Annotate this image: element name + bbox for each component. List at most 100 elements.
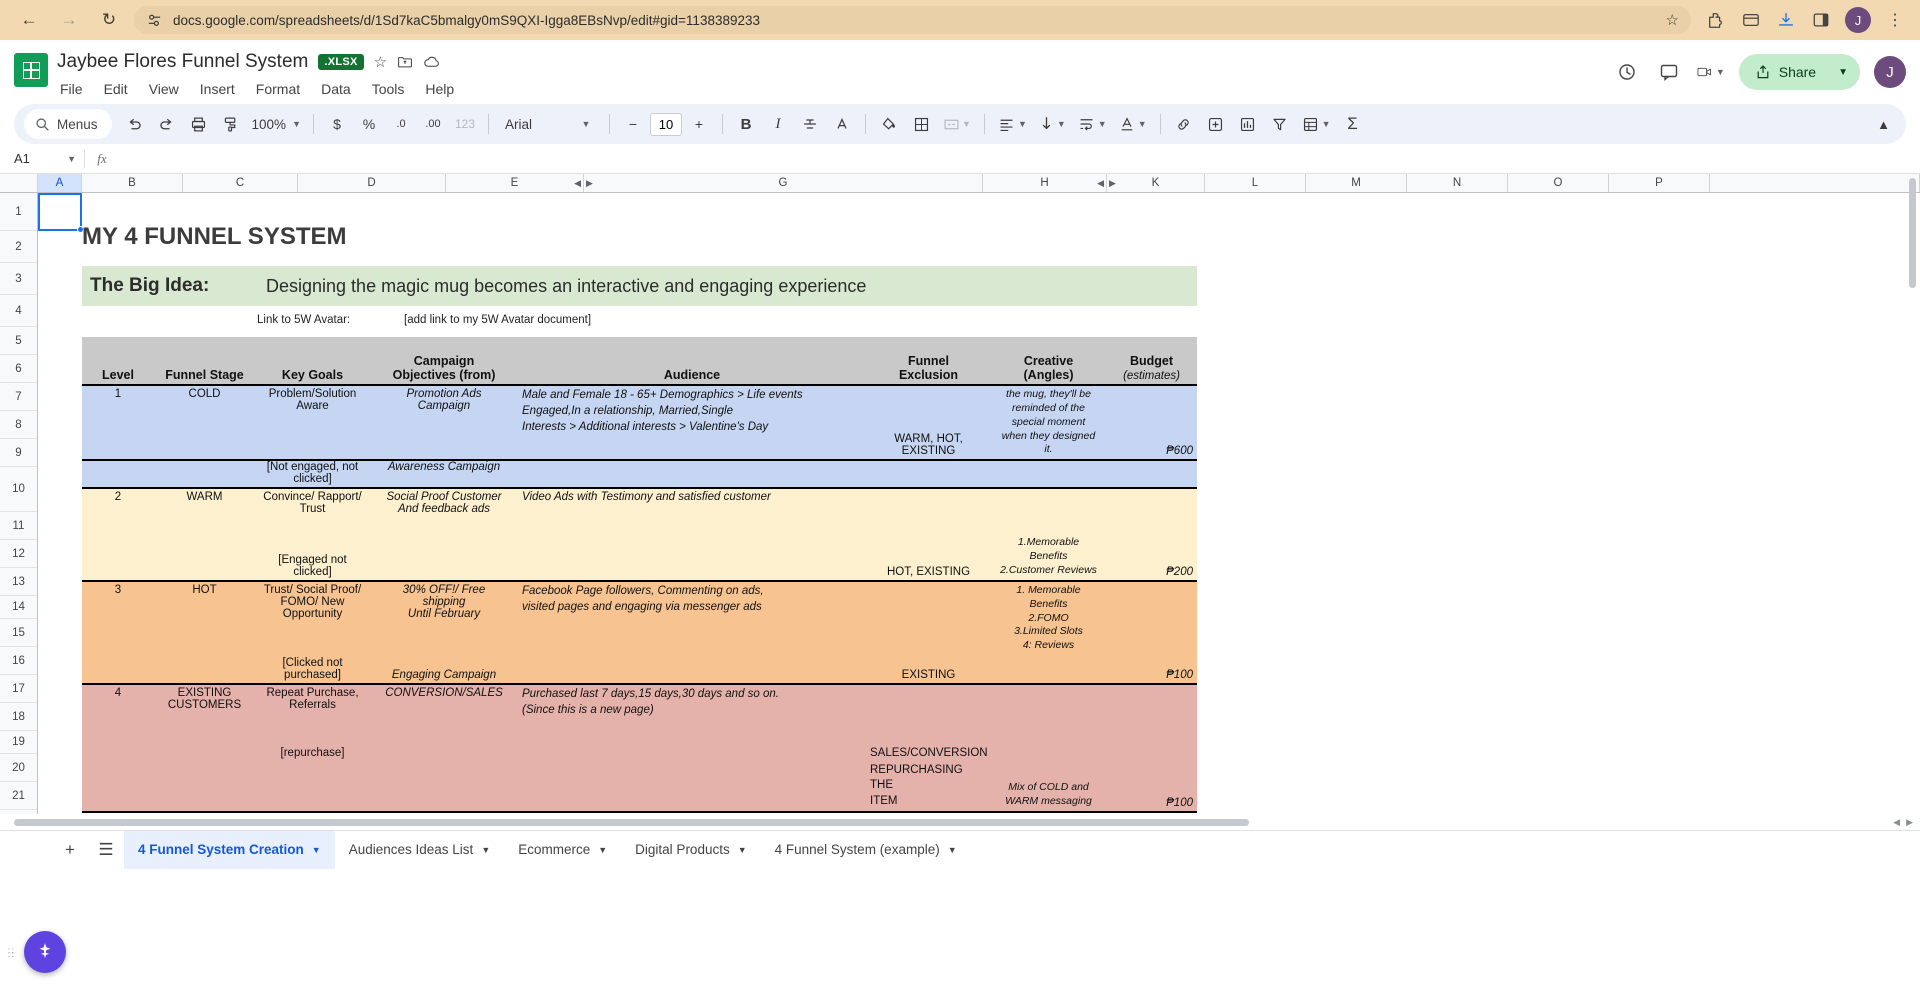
grid-canvas[interactable]: MY 4 FUNNEL SYSTEM The Big Idea: Designi… (38, 193, 1920, 814)
zoom-selector[interactable]: 100% ▼ (248, 117, 305, 132)
column-header-E[interactable]: E ◀ (446, 174, 584, 192)
share-control[interactable]: Share ▼ (1738, 54, 1860, 90)
filter-icon[interactable] (1265, 109, 1295, 139)
menu-tools[interactable]: Tools (369, 79, 408, 99)
merge-cells-button[interactable]: ▼ (938, 109, 976, 139)
insert-link-icon[interactable] (1169, 109, 1199, 139)
row-header-14[interactable]: 14 (0, 596, 37, 619)
table-row-sub[interactable]: [Clicked not purchased] Engaging Campaig… (82, 655, 1197, 685)
chevron-down-icon[interactable]: ▼ (481, 845, 490, 855)
horizontal-align-button[interactable]: ▼ (993, 109, 1032, 139)
column-header-B[interactable]: B (82, 174, 183, 192)
expand-right-arrow-icon[interactable]: ▶ (1109, 178, 1116, 189)
menu-edit[interactable]: Edit (101, 79, 131, 99)
star-icon[interactable]: ☆ (1666, 11, 1679, 29)
row-header-21[interactable]: 21 (0, 782, 37, 810)
row-header-12[interactable]: 12 (0, 540, 37, 568)
table-row[interactable]: 2 WARM Convince/ Rapport/ Trust Social P… (82, 488, 1197, 535)
horizontal-scrollbar[interactable]: ◀ ▶ (0, 814, 1920, 830)
address-bar[interactable]: docs.google.com/spreadsheets/d/1Sd7kaC5b… (134, 6, 1691, 34)
column-header-N[interactable]: N (1407, 174, 1508, 192)
extensions-puzzle-icon[interactable] (1740, 9, 1762, 31)
back-arrow-icon[interactable]: ← (14, 5, 44, 35)
row-header-11[interactable]: 11 (0, 512, 37, 540)
column-header-A[interactable]: A (38, 174, 82, 192)
site-settings-icon[interactable] (146, 12, 163, 29)
currency-format-button[interactable]: $ (322, 109, 352, 139)
sheet-tab-ecommerce[interactable]: Ecommerce ▼ (504, 831, 621, 869)
column-header-K[interactable]: ▶ K (1107, 174, 1205, 192)
redo-icon[interactable] (152, 109, 182, 139)
decrease-font-size-button[interactable]: − (618, 109, 648, 139)
extensions-icon[interactable] (1705, 9, 1727, 31)
sheet-tab-digital-products[interactable]: Digital Products ▼ (621, 831, 760, 869)
strikethrough-button[interactable] (795, 109, 825, 139)
paint-format-icon[interactable] (216, 109, 246, 139)
column-header-O[interactable]: O (1508, 174, 1609, 192)
row-header-15[interactable]: 15 (0, 619, 37, 647)
row-header-10[interactable]: 10 (0, 467, 37, 512)
all-sheets-icon[interactable]: ☰ (88, 833, 124, 867)
text-rotation-button[interactable]: ▼ (1114, 109, 1152, 139)
select-all-corner[interactable] (0, 174, 38, 192)
search-menus-button[interactable]: Menus (24, 109, 112, 139)
row-header-1[interactable]: 1 (0, 193, 37, 231)
row-header-5[interactable]: 5 (0, 327, 37, 355)
cloud-saved-icon[interactable] (423, 54, 441, 70)
vertical-align-button[interactable]: ▼ (1034, 109, 1071, 139)
column-header-L[interactable]: L (1205, 174, 1306, 192)
sheet-tab-4-funnel-system-creation[interactable]: 4 Funnel System Creation ▼ (124, 830, 335, 869)
chevron-down-icon[interactable]: ▼ (738, 845, 747, 855)
share-dropdown-caret[interactable]: ▼ (1832, 54, 1860, 90)
horizontal-scrollbar-thumb[interactable] (14, 819, 1249, 826)
table-row-sub[interactable]: [repurchase] SALES/CONVERSION (82, 730, 1197, 762)
column-header-M[interactable]: M (1306, 174, 1407, 192)
column-header-G[interactable]: ▶ G (584, 174, 983, 192)
font-dropdown-caret[interactable]: ▼ (571, 109, 601, 139)
vertical-scrollbar-thumb[interactable] (1909, 178, 1916, 288)
increase-font-size-button[interactable]: + (684, 109, 714, 139)
chevron-down-icon[interactable]: ▼ (598, 845, 607, 855)
row-header-2[interactable]: 2 (0, 231, 37, 263)
menu-view[interactable]: View (146, 79, 182, 99)
row-header-18[interactable]: 18 (0, 703, 37, 731)
borders-button[interactable] (906, 109, 936, 139)
forward-arrow-icon[interactable]: → (54, 5, 84, 35)
sheet-tab-audiences-ideas-list[interactable]: Audiences Ideas List ▼ (335, 831, 505, 869)
kebab-menu-icon[interactable]: ⋮ (1884, 9, 1906, 31)
row-header-17[interactable]: 17 (0, 675, 37, 703)
column-header-C[interactable]: C (183, 174, 298, 192)
reload-icon[interactable]: ↻ (94, 5, 124, 35)
comment-icon[interactable] (1655, 58, 1683, 86)
column-header-D[interactable]: D (298, 174, 446, 192)
expand-right-arrow-icon[interactable]: ▶ (586, 178, 593, 189)
menu-data[interactable]: Data (318, 79, 354, 99)
row-header-8[interactable]: 8 (0, 411, 37, 439)
menu-insert[interactable]: Insert (197, 79, 238, 99)
download-icon[interactable] (1775, 9, 1797, 31)
collapse-left-arrow-icon[interactable]: ◀ (1097, 178, 1104, 189)
column-header-P[interactable]: P (1609, 174, 1710, 192)
table-row[interactable]: 3 HOT Trust/ Social Proof/ FOMO/ New Opp… (82, 580, 1197, 656)
font-size-input[interactable]: 10 (650, 112, 683, 136)
account-avatar[interactable]: J (1874, 56, 1906, 88)
move-to-folder-icon[interactable] (397, 54, 413, 70)
row-header-16[interactable]: 16 (0, 647, 37, 675)
name-box[interactable]: A1 ▼ (6, 151, 84, 166)
table-row[interactable]: 4 EXISTING CUSTOMERS Repeat Purchase, Re… (82, 684, 1197, 731)
row-header-22[interactable]: 22 (0, 810, 37, 814)
row-header-9[interactable]: 9 (0, 439, 37, 467)
undo-icon[interactable] (120, 109, 150, 139)
scroll-right-icon[interactable]: ▶ (1903, 817, 1916, 828)
print-icon[interactable] (184, 109, 214, 139)
meet-icon[interactable]: ▼ (1697, 58, 1725, 86)
row-header-7[interactable]: 7 (0, 383, 37, 411)
row-header-20[interactable]: 20 (0, 754, 37, 782)
active-cell-selection[interactable] (38, 193, 84, 233)
version-history-icon[interactable] (1613, 58, 1641, 86)
percent-format-button[interactable]: % (354, 109, 384, 139)
italic-button[interactable]: I (763, 109, 793, 139)
bold-button[interactable]: B (731, 109, 761, 139)
share-button[interactable]: Share (1738, 54, 1833, 90)
row-header-19[interactable]: 19 (0, 731, 37, 754)
